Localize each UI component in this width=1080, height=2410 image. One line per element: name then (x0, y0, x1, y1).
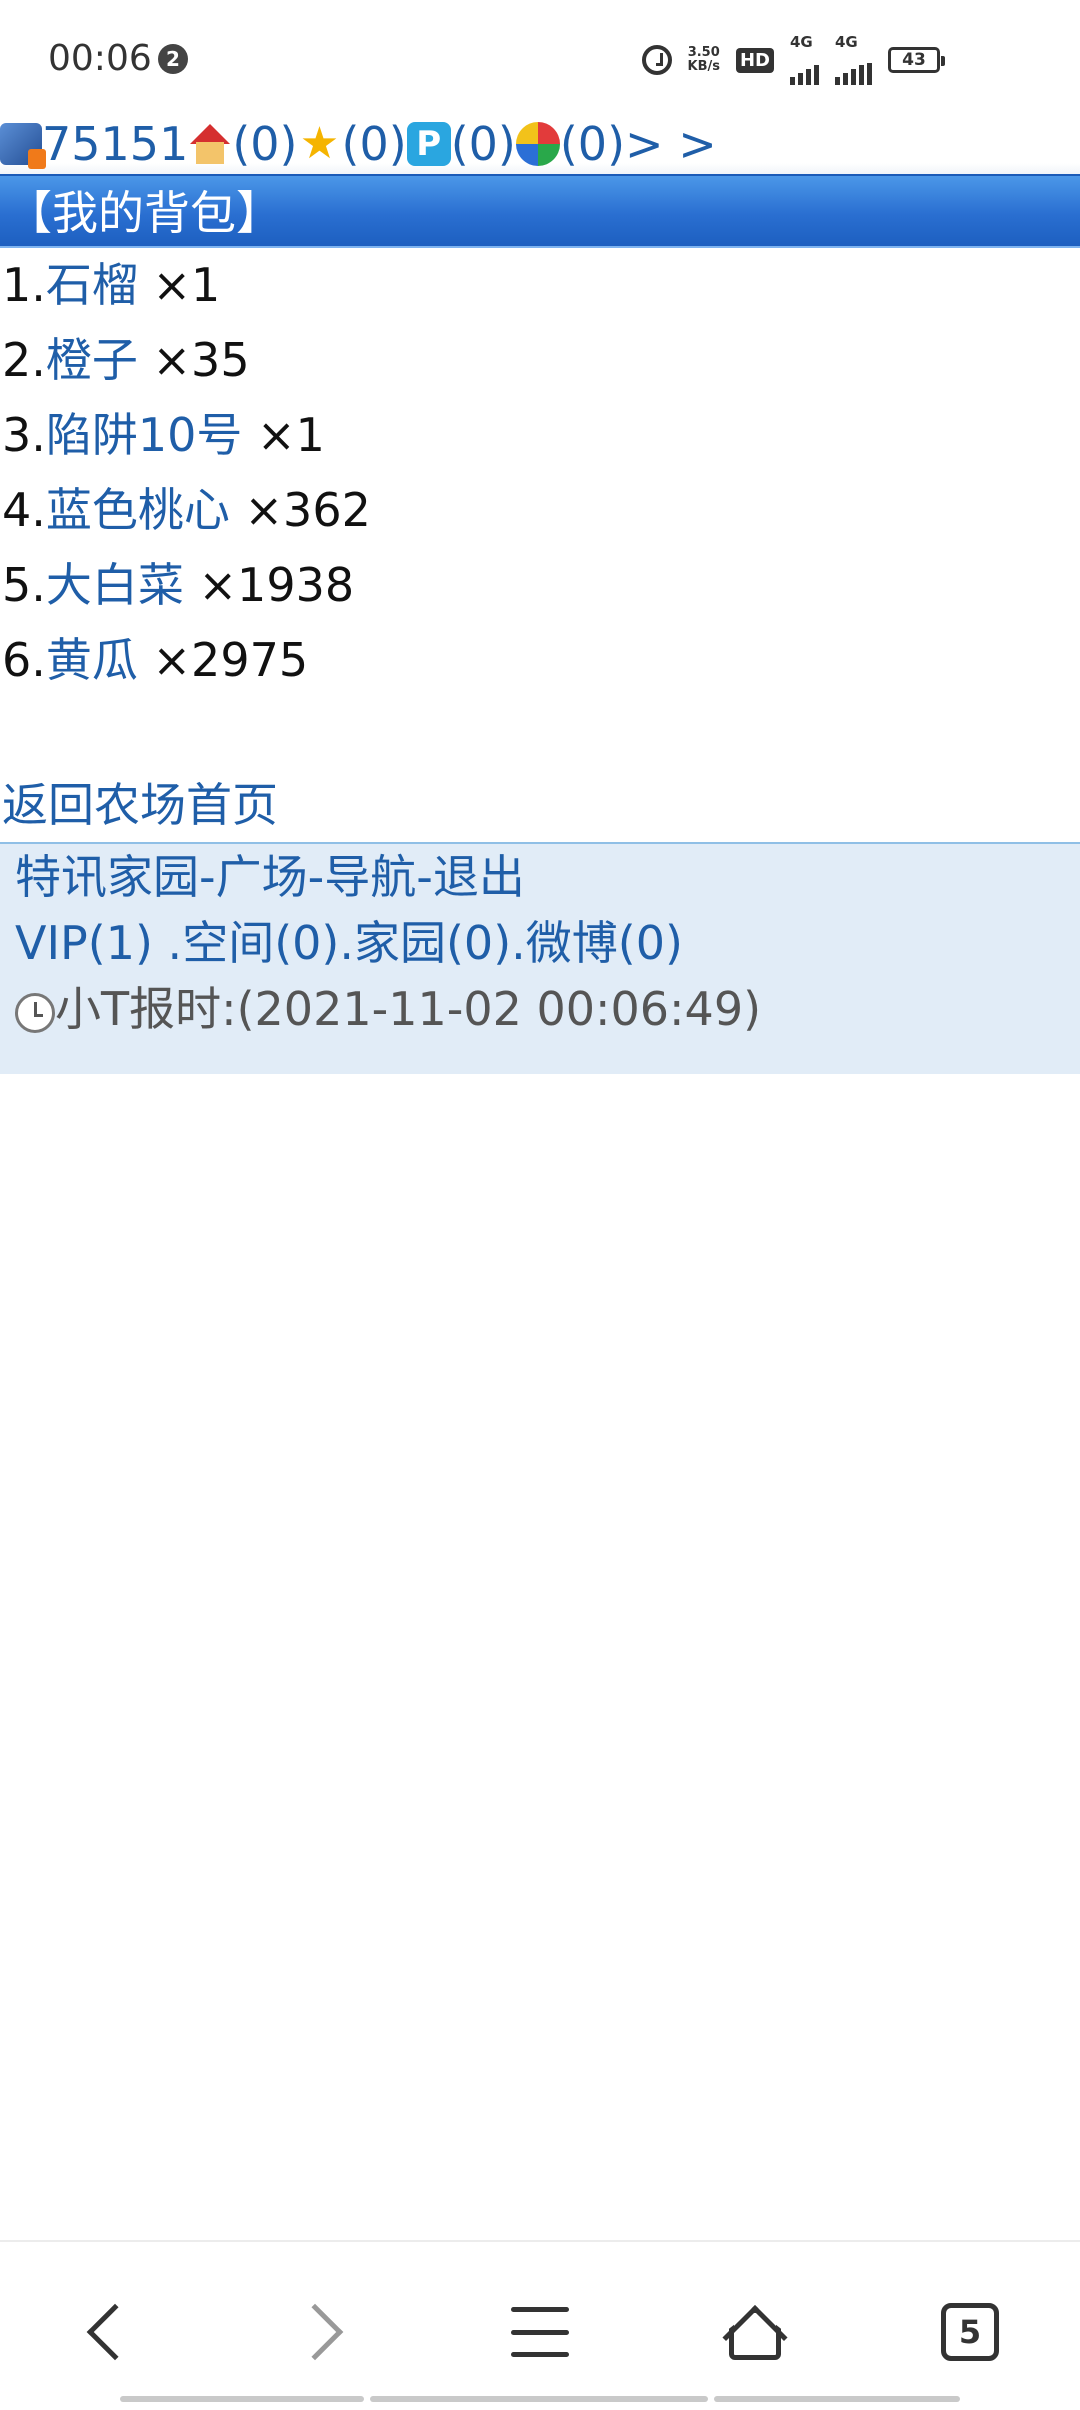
sim1-label: 4G (790, 33, 813, 51)
site-footer: 特讯家园-广场-导航-退出 VIP(1) .空间(0).家园(0).微博(0) … (0, 842, 1080, 1074)
forward-button[interactable] (274, 2282, 374, 2382)
item-index: 2. (2, 333, 46, 387)
item-name-link[interactable]: 石榴 (46, 258, 138, 312)
status-time: 00:06 (48, 38, 152, 79)
footer-link-weibo[interactable]: 微博(0) (526, 916, 683, 970)
time-report-text: 小T报时:(2021-11-02 00:06:49) (55, 982, 762, 1036)
home-icon[interactable] (188, 122, 232, 166)
sim2-label: 4G (835, 33, 858, 51)
separator: . (339, 916, 354, 970)
chevron-left-icon (86, 2303, 144, 2361)
top-nav-line: 75151 (0) ★ (0) P (0) (0) > > (0, 112, 1080, 176)
item-index: 1. (2, 258, 46, 312)
colorful-ball-icon[interactable] (515, 122, 560, 166)
footer-link-vip[interactable]: VIP(1) (15, 916, 153, 970)
star-icon[interactable]: ★ (298, 122, 342, 166)
signal-sim2-icon: 4G (835, 33, 872, 85)
time-report: 小T报时:(2021-11-02 00:06:49) (15, 976, 1080, 1042)
footer-link-logout[interactable]: 退出 (433, 850, 525, 904)
back-to-farm-link[interactable]: 返回农场首页 (2, 772, 278, 838)
footer-link-home[interactable]: 特讯家园 (15, 850, 199, 904)
separator: . (511, 916, 526, 970)
ball-count-link[interactable]: (0) (560, 117, 625, 171)
star-count-link[interactable]: (0) (342, 117, 407, 171)
footer-link-homeland[interactable]: 家园(0) (354, 916, 511, 970)
separator: - (416, 850, 433, 904)
p-app-icon[interactable]: P (406, 122, 451, 166)
item-index: 6. (2, 633, 46, 687)
item-name-link[interactable]: 橙子 (46, 333, 138, 387)
gesture-bar-left (120, 2396, 364, 2402)
home-button[interactable] (705, 2282, 805, 2382)
item-index: 3. (2, 408, 46, 462)
network-speed-value: 3.50 (687, 45, 720, 60)
home-outline-icon (723, 2300, 787, 2364)
item-index: 4. (2, 483, 46, 537)
separator: . (152, 916, 183, 970)
list-item: 5.大白菜 ×1938 (0, 552, 1080, 627)
gesture-bar-right (714, 2396, 960, 2402)
menu-button[interactable] (490, 2282, 590, 2382)
alarm-icon (641, 45, 672, 75)
gesture-bar-center (370, 2396, 708, 2402)
separator: - (307, 850, 325, 904)
item-quantity: ×35 (137, 333, 250, 387)
item-name-link[interactable]: 蓝色桃心 (46, 483, 230, 537)
tabs-button[interactable]: 5 (920, 2282, 1020, 2382)
footer-nav: 特讯家园-广场-导航-退出 (15, 844, 1080, 910)
chevron-right-icon (286, 2303, 344, 2361)
status-icons: 3.50 KB/s HD 4G 4G 43 (641, 33, 945, 85)
back-button[interactable] (56, 2282, 156, 2382)
item-name-link[interactable]: 陷阱10号 (46, 408, 243, 462)
menu-icon (511, 2307, 569, 2357)
status-bar: 00:06 2 3.50 KB/s HD 4G 4G 43 (0, 0, 1080, 118)
signal-sim1-icon: 4G (790, 33, 819, 85)
list-item: 4.蓝色桃心 ×362 (0, 477, 1080, 552)
clock-icon (15, 992, 55, 1033)
footer-stats: VIP(1) .空间(0).家园(0).微博(0) (15, 910, 1080, 976)
backpack-list: 1.石榴 ×1 2.橙子 ×35 3.陷阱10号 ×1 4.蓝色桃心 ×362 … (0, 252, 1080, 702)
more-link[interactable]: > > (625, 117, 717, 171)
item-quantity: ×362 (229, 483, 371, 537)
list-item: 3.陷阱10号 ×1 (0, 402, 1080, 477)
hd-icon: HD (735, 47, 774, 73)
page-title: 【我的背包】 (0, 174, 1080, 248)
tabs-count: 5 (941, 2303, 999, 2361)
item-quantity: ×1 (242, 408, 325, 462)
network-speed: 3.50 KB/s (688, 46, 720, 74)
p-count-link[interactable]: (0) (451, 117, 516, 171)
item-name-link[interactable]: 大白菜 (46, 558, 184, 612)
separator: - (199, 850, 216, 904)
item-index: 5. (2, 558, 46, 612)
user-icon (0, 123, 46, 169)
list-item: 2.橙子 ×35 (0, 327, 1080, 402)
browser-toolbar: 5 (0, 2240, 1080, 2410)
item-quantity: ×2975 (137, 633, 309, 687)
user-id-link[interactable]: 75151 (42, 117, 188, 171)
battery-icon: 43 (888, 47, 945, 73)
list-item: 6.黄瓜 ×2975 (0, 627, 1080, 702)
footer-link-square[interactable]: 广场 (216, 850, 308, 904)
item-quantity: ×1 (137, 258, 221, 312)
footer-link-space[interactable]: 空间(0) (182, 916, 339, 970)
footer-link-navigation[interactable]: 导航 (324, 850, 416, 904)
home-count-link[interactable]: (0) (232, 117, 297, 171)
network-speed-unit: KB/s (687, 59, 720, 74)
list-item: 1.石榴 ×1 (0, 252, 1080, 327)
item-name-link[interactable]: 黄瓜 (46, 633, 138, 687)
notification-badge: 2 (158, 44, 188, 74)
item-quantity: ×1938 (183, 558, 355, 612)
